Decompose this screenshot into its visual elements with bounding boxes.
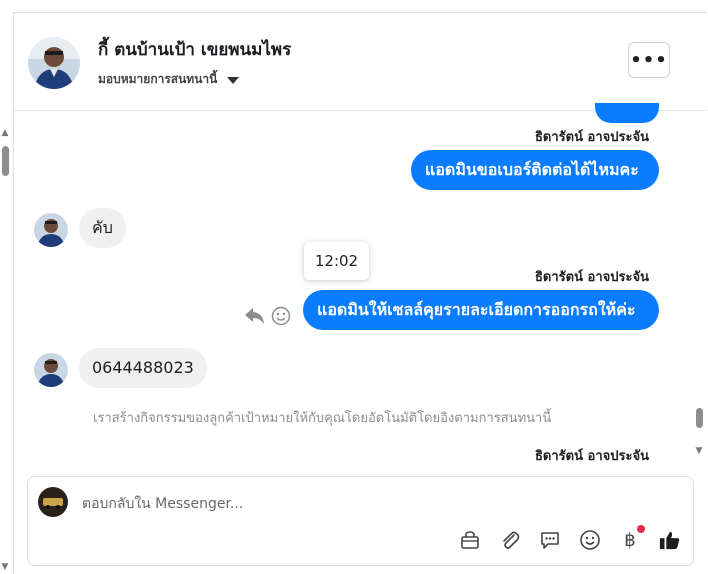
scroll-up-arrow-icon[interactable]: ▲ — [0, 128, 10, 138]
notification-dot — [637, 525, 645, 533]
left-scrollbar-thumb[interactable] — [2, 146, 9, 176]
message-scroll-down-arrow-icon[interactable]: ▼ — [694, 446, 704, 456]
like-icon[interactable] — [659, 529, 681, 551]
page-avatar — [38, 487, 68, 517]
more-options-button[interactable]: ••• — [628, 42, 670, 78]
baht-icon[interactable]: ฿ — [619, 525, 645, 551]
sender-name: ธิดารัตน์ อาจประจัน — [535, 270, 649, 285]
outgoing-message-bubble[interactable]: แอดมินให้เซลล์คุยรายละเอียดการออกรถให้ค่… — [303, 290, 659, 330]
contact-avatar-small — [34, 213, 68, 247]
contact-name: กี้ ตนบ้านเป้า เขยพนมไพร — [98, 40, 292, 60]
contact-avatar[interactable] — [28, 37, 80, 89]
outgoing-message-bubble[interactable]: แอดมินขอเบอร์ติดต่อได้ไหมคะ — [411, 150, 659, 190]
sender-name: ธิดารัตน์ อาจประจัน — [535, 130, 649, 145]
timestamp-tooltip: 12:02 — [304, 242, 369, 280]
reply-composer: ฿ — [27, 476, 694, 566]
assign-conversation-dropdown[interactable]: มอบหมายการสนทนานี้ — [98, 70, 240, 89]
reply-icon[interactable] — [244, 306, 266, 330]
bag-icon[interactable] — [459, 529, 481, 551]
incoming-message-bubble[interactable]: คับ — [79, 208, 126, 248]
sender-name: ธิดารัตน์ อาจประจัน — [535, 449, 649, 464]
system-note: เราสร้างกิจกรรมของลูกค้าเป้าหมายให้กับคุ… — [93, 411, 552, 426]
attachment-icon[interactable] — [499, 529, 521, 551]
composer-toolbar: ฿ — [459, 525, 681, 551]
partial-outgoing-bubble — [595, 103, 659, 123]
message-scrollbar-thumb[interactable] — [696, 408, 703, 428]
caret-down-icon — [227, 77, 240, 84]
scroll-down-arrow-icon[interactable]: ▼ — [0, 562, 10, 572]
conversation-header: กี้ ตนบ้านเป้า เขยพนมไพร มอบหมายการสนทนา… — [14, 13, 707, 111]
react-emoji-icon[interactable] — [271, 306, 291, 330]
assign-label: มอบหมายการสนทนานี้ — [98, 72, 218, 86]
reply-input[interactable] — [82, 493, 662, 515]
saved-reply-icon[interactable] — [539, 529, 561, 551]
emoji-icon[interactable] — [579, 529, 601, 551]
incoming-message-bubble[interactable]: 0644488023 — [79, 348, 207, 388]
contact-avatar-small — [34, 353, 68, 387]
